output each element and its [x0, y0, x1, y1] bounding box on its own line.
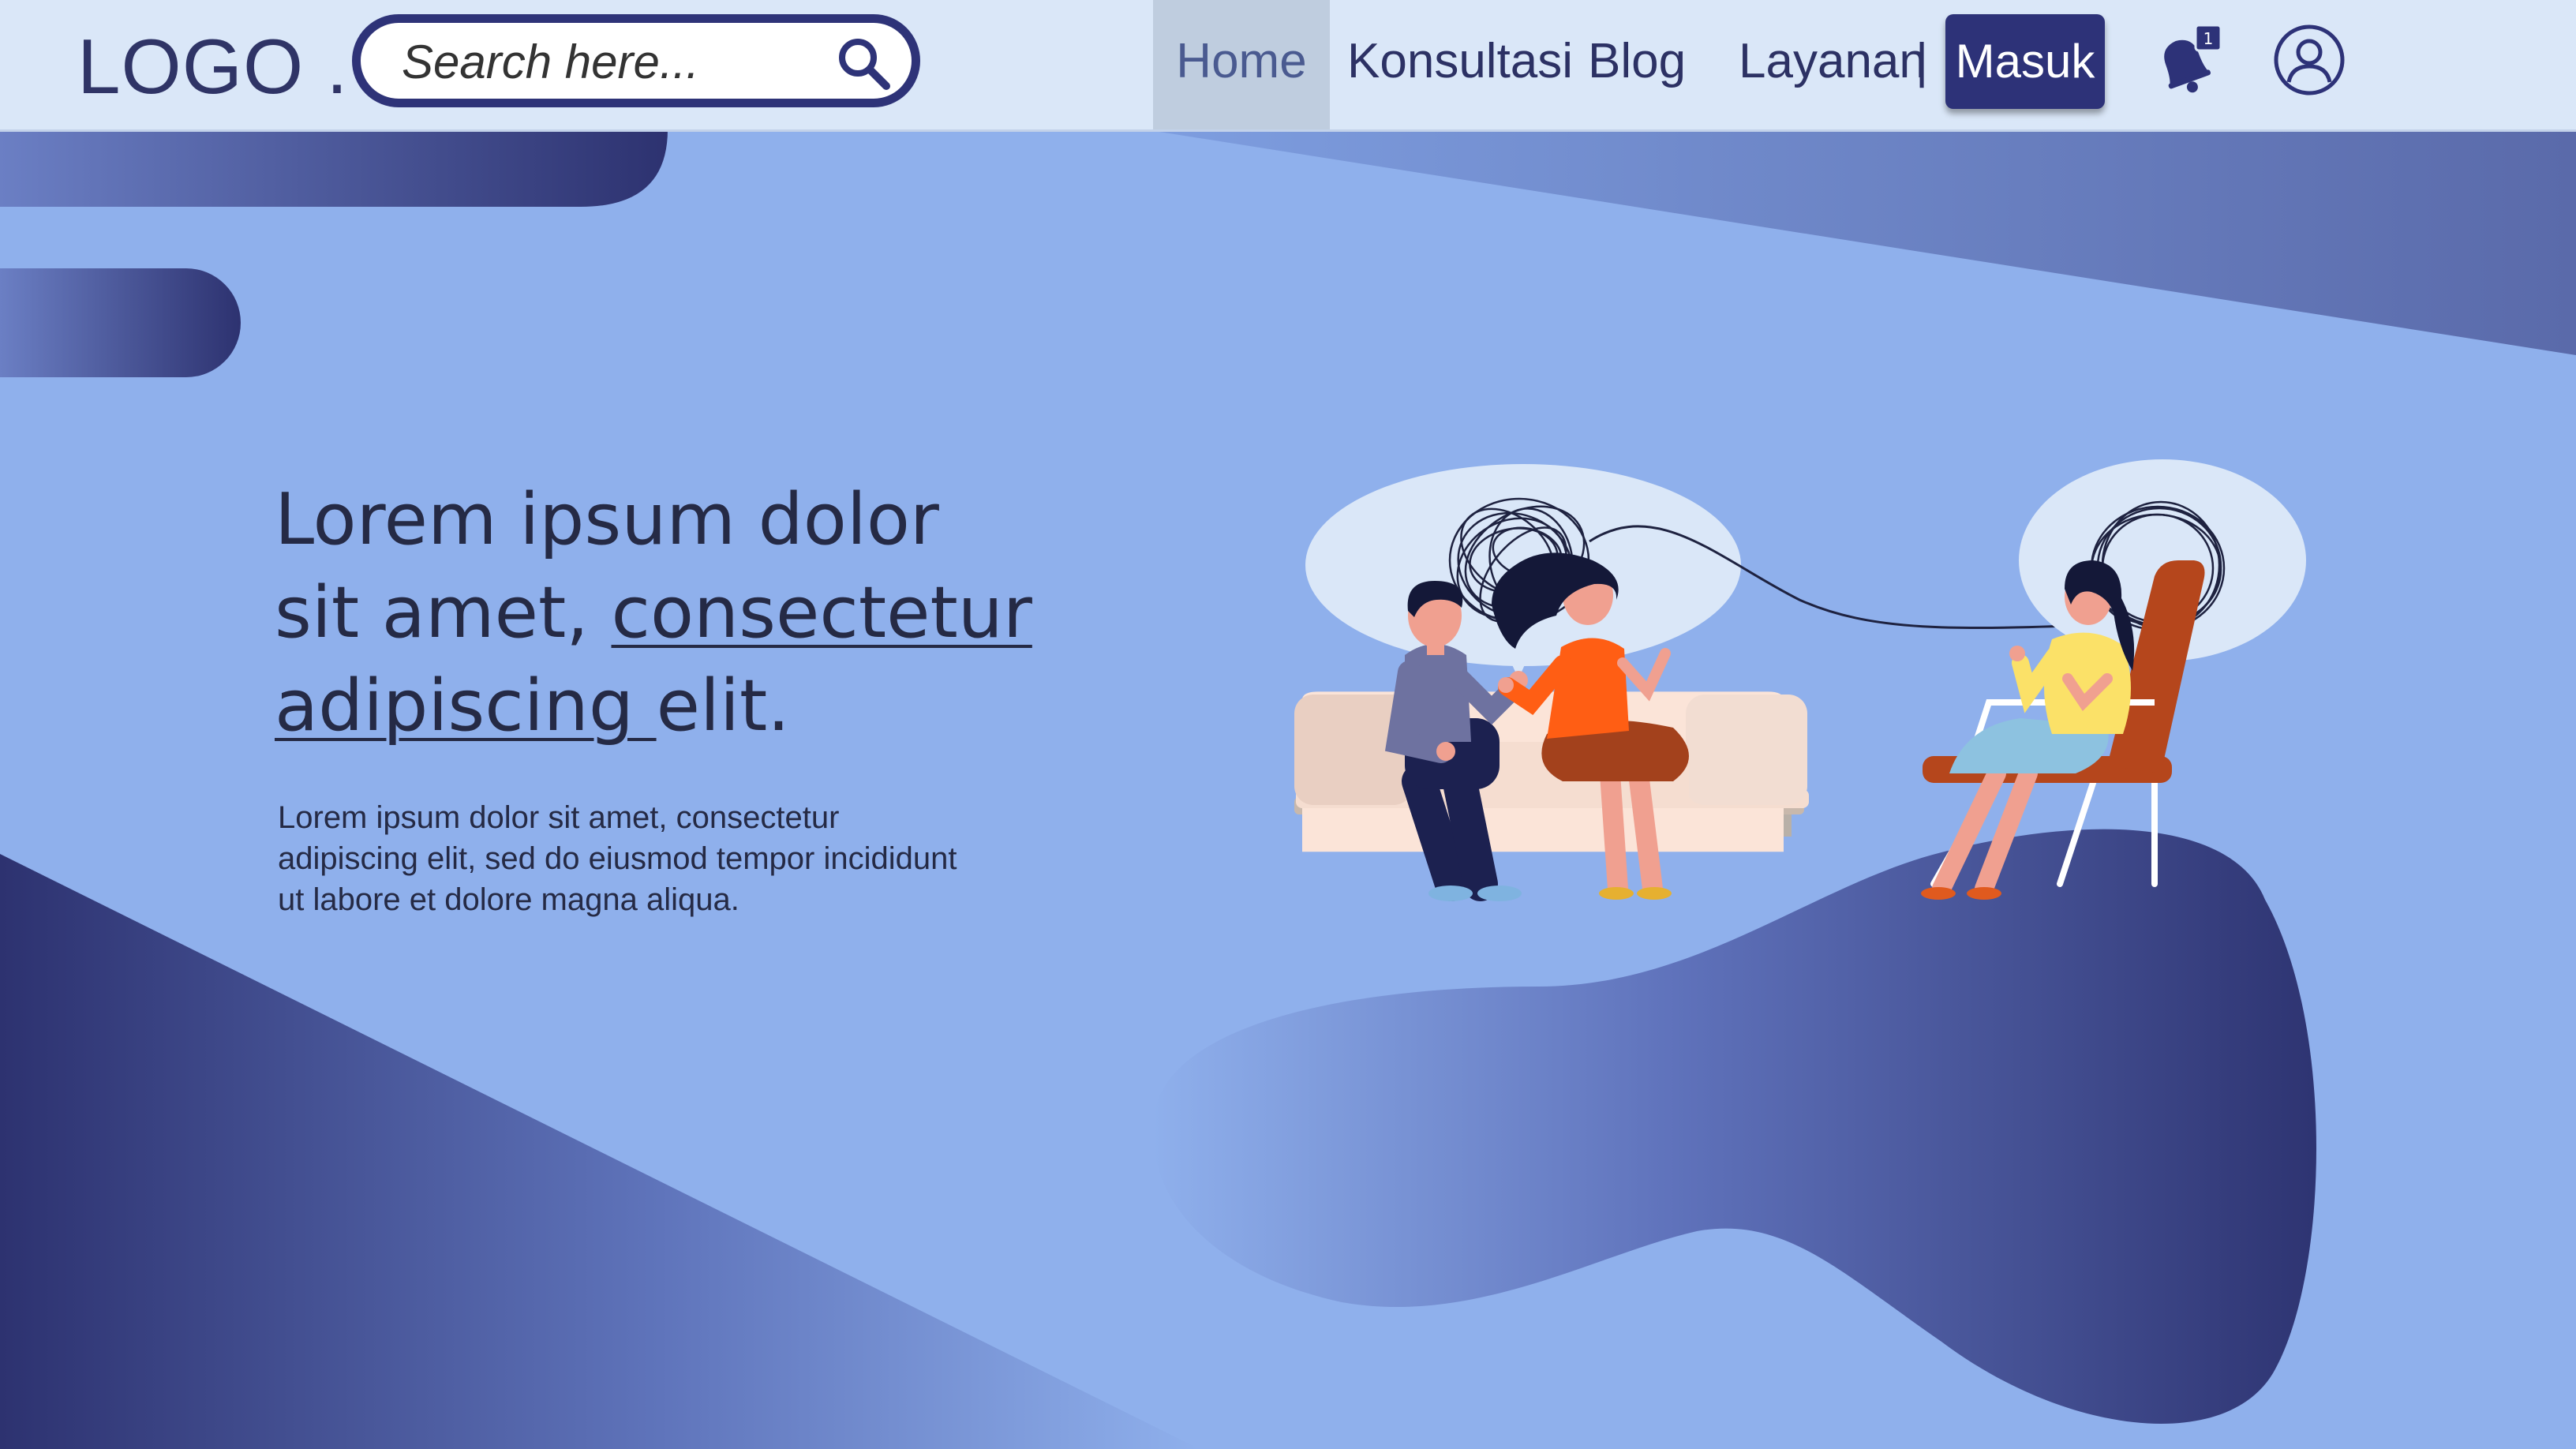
mid-pill — [0, 268, 241, 377]
hero-title: Lorem ipsum dolor sit amet, consectetur … — [275, 474, 1032, 753]
search-icon[interactable] — [834, 34, 893, 92]
hero-title-end: elit. — [656, 665, 790, 747]
search-input[interactable] — [400, 36, 814, 88]
top-pill — [0, 129, 668, 207]
bell-icon[interactable]: 1 — [2153, 22, 2224, 101]
nav-layanan[interactable]: Layanan — [1739, 0, 1926, 129]
notification-count: 1 — [2203, 29, 2214, 48]
therapist-figure — [1921, 560, 2135, 900]
search-bar — [352, 14, 920, 107]
logo[interactable]: LOGO . — [77, 22, 349, 111]
login-button[interactable]: Masuk — [1945, 14, 2105, 109]
nav-blog[interactable]: Blog — [1588, 0, 1686, 129]
user-circle-icon[interactable] — [2271, 22, 2347, 98]
hero-description: Lorem ipsum dolor sit amet, consectetur … — [278, 800, 957, 917]
counseling-illustration — [1294, 459, 2306, 901]
nav-home[interactable]: Home — [1153, 0, 1330, 129]
nav-separator: | — [1915, 34, 1929, 88]
navbar: LOGO . Home Konsultasi Blog Layanan | Ma… — [0, 0, 2576, 132]
top-right-wedge — [1144, 129, 2576, 355]
bottom-left-wedge — [0, 854, 1200, 1449]
nav-konsultasi[interactable]: Konsultasi — [1347, 0, 1573, 129]
